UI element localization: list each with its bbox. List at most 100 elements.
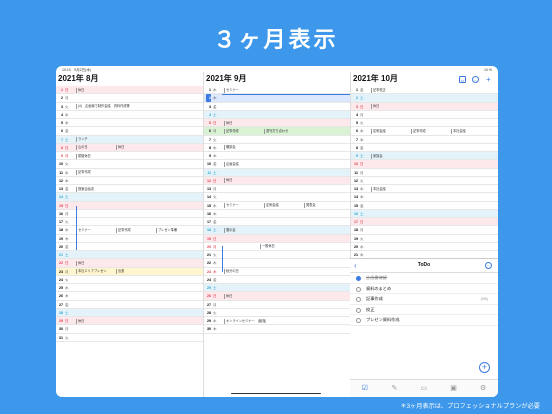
checkbox[interactable]: [356, 276, 361, 281]
day-row[interactable]: 18 水 セミナー 記事作成 プレゼン準備: [56, 226, 203, 235]
event-label[interactable]: ランチ: [76, 137, 88, 142]
event-label[interactable]: 記事作成: [224, 128, 239, 134]
event-label[interactable]: 記事校正: [371, 87, 386, 93]
day-row[interactable]: 6 水 定例会議 記事作成 本社会議: [351, 127, 498, 136]
event-label[interactable]: 休日: [224, 178, 232, 184]
book-icon[interactable]: ▭: [419, 385, 429, 393]
event-label[interactable]: セミナー: [224, 87, 239, 93]
pen-icon[interactable]: ✎: [389, 385, 399, 393]
day-row[interactable]: 28 土: [56, 308, 203, 317]
day-row[interactable]: 2月: [56, 94, 203, 103]
event-label[interactable]: セミナー: [76, 227, 91, 233]
event-label[interactable]: 休日: [116, 145, 124, 151]
event-label[interactable]: 本社エリアプレゼン: [76, 269, 107, 274]
day-row[interactable]: 16 土: [351, 209, 498, 218]
day-row[interactable]: 11 月: [351, 169, 498, 177]
day-row[interactable]: 12 日 休日: [204, 176, 350, 185]
day-row[interactable]: 17 火: [56, 218, 203, 227]
more-icon[interactable]: ···: [472, 76, 479, 83]
day-row[interactable]: 8金: [351, 144, 498, 152]
day-row[interactable]: 18 月: [351, 226, 498, 235]
day-row[interactable]: 24 金: [204, 276, 350, 284]
day-row[interactable]: 5木: [56, 119, 203, 128]
day-row[interactable]: 17 金: [204, 218, 350, 227]
todo-item[interactable]: 企画書確認: [350, 273, 498, 284]
day-row[interactable]: 28 火: [204, 309, 350, 317]
day-row[interactable]: 10 金 企画会議: [204, 160, 350, 169]
more-icon[interactable]: ···: [485, 262, 492, 269]
checkbox[interactable]: [356, 307, 361, 313]
event-label[interactable]: 本社会議: [451, 128, 466, 134]
event-label[interactable]: 山の日: [76, 145, 88, 151]
event-label[interactable]: 休日: [76, 260, 84, 266]
event-label[interactable]: 展示会: [224, 227, 236, 233]
day-row[interactable]: 8 水 棚卸会: [204, 144, 350, 152]
day-row[interactable]: 1 日 休日: [56, 86, 203, 95]
day-row[interactable]: 26 木: [56, 292, 203, 301]
day-row[interactable]: 5火: [351, 119, 498, 128]
event-label[interactable]: 休日: [224, 120, 232, 126]
day-row[interactable]: 20 金: [56, 243, 203, 251]
event-label[interactable]: プレゼン準備: [156, 227, 177, 233]
day-row[interactable]: 4土: [204, 110, 350, 119]
calendar-icon[interactable]: ▭: [459, 76, 466, 83]
checkbox[interactable]: [356, 286, 361, 292]
event-label[interactable]: 休日: [76, 318, 84, 324]
day-row[interactable]: 6 月 記事作成 週刊打ち合わせ: [204, 127, 350, 136]
checklist-icon[interactable]: ☑: [360, 385, 370, 393]
event-label[interactable]: オンラインセミナー (勉強): [224, 318, 266, 324]
day-row[interactable]: 15 日: [56, 201, 203, 210]
day-row[interactable]: 5 日 休日: [204, 119, 350, 128]
day-row[interactable]: 9木: [204, 152, 350, 161]
day-row[interactable]: 3金: [204, 103, 350, 111]
day-row[interactable]: 4月: [351, 111, 498, 119]
day-row[interactable]: 3 火 (4) 企画案で制作会議 資料作成等: [56, 103, 203, 111]
day-row[interactable]: 17 日: [351, 218, 498, 227]
event-label[interactable]: 休日: [371, 104, 379, 109]
day-row[interactable]: 22 水: [204, 259, 350, 268]
todo-item[interactable]: 資料のまとめ: [350, 284, 498, 294]
day-row[interactable]: 26 日 休日: [204, 292, 350, 301]
add-todo-button[interactable]: +: [479, 362, 490, 373]
day-row[interactable]: 7木: [351, 136, 498, 144]
day-row[interactable]: 15 水 セミナー 定例会議 発表会: [204, 202, 350, 210]
event-label[interactable]: 週刊打ち合わせ: [264, 128, 288, 134]
day-row[interactable]: 13 水 本社会議: [351, 185, 498, 194]
event-label[interactable]: 定例会議: [371, 128, 386, 134]
day-row[interactable]: 3 日 休日: [351, 102, 498, 111]
day-row[interactable]: 7 土 ランチ: [56, 135, 203, 144]
event-label[interactable]: (4) 企画案で制作会議 資料作成等: [76, 104, 130, 109]
day-row[interactable]: 29 日 休日: [56, 317, 203, 326]
day-row[interactable]: 19 火: [351, 235, 498, 243]
add-icon[interactable]: +: [485, 76, 492, 84]
day-row[interactable]: 27 月: [204, 301, 350, 309]
day-row[interactable]: 30 木: [204, 325, 350, 334]
day-row[interactable]: 11 水 記事作成: [56, 169, 203, 177]
day-row[interactable]: 21 土: [56, 251, 203, 260]
day-row[interactable]: 1 水 セミナー: [204, 86, 350, 95]
day-row[interactable]: 20 月 一般休日: [204, 243, 350, 251]
day-row[interactable]: 8 日 山の日 休日: [56, 143, 203, 152]
day-row[interactable]: 11 土: [204, 168, 350, 177]
day-row[interactable]: 30 月: [56, 325, 203, 334]
event-label[interactable]: 出張: [116, 269, 124, 274]
day-row[interactable]: 25 水: [56, 284, 203, 293]
checkbox[interactable]: [356, 318, 361, 323]
event-label[interactable]: 休日: [76, 87, 84, 93]
day-row[interactable]: 22 日 休日: [56, 259, 203, 268]
event-label[interactable]: 提案企画書: [76, 186, 94, 192]
day-row[interactable]: 20 水: [351, 243, 498, 251]
day-row[interactable]: 27 金: [56, 301, 203, 309]
day-row[interactable]: 13 月: [204, 185, 350, 194]
day-row[interactable]: 25 土: [204, 284, 350, 293]
event-label[interactable]: 振替休日: [76, 153, 91, 159]
event-label[interactable]: 記事作成: [116, 227, 131, 233]
day-row[interactable]: 9 土 家族会: [351, 152, 498, 161]
day-row[interactable]: 15 金: [351, 202, 498, 210]
event-label[interactable]: 企画会議: [224, 161, 239, 167]
day-row[interactable]: 29 水 オンラインセミナー (勉強): [204, 317, 350, 326]
day-row[interactable]: 2土: [351, 94, 498, 103]
event-label[interactable]: 記事作成: [411, 128, 426, 134]
day-row[interactable]: 7火: [204, 136, 350, 144]
day-row[interactable]: 10 日: [351, 160, 498, 169]
